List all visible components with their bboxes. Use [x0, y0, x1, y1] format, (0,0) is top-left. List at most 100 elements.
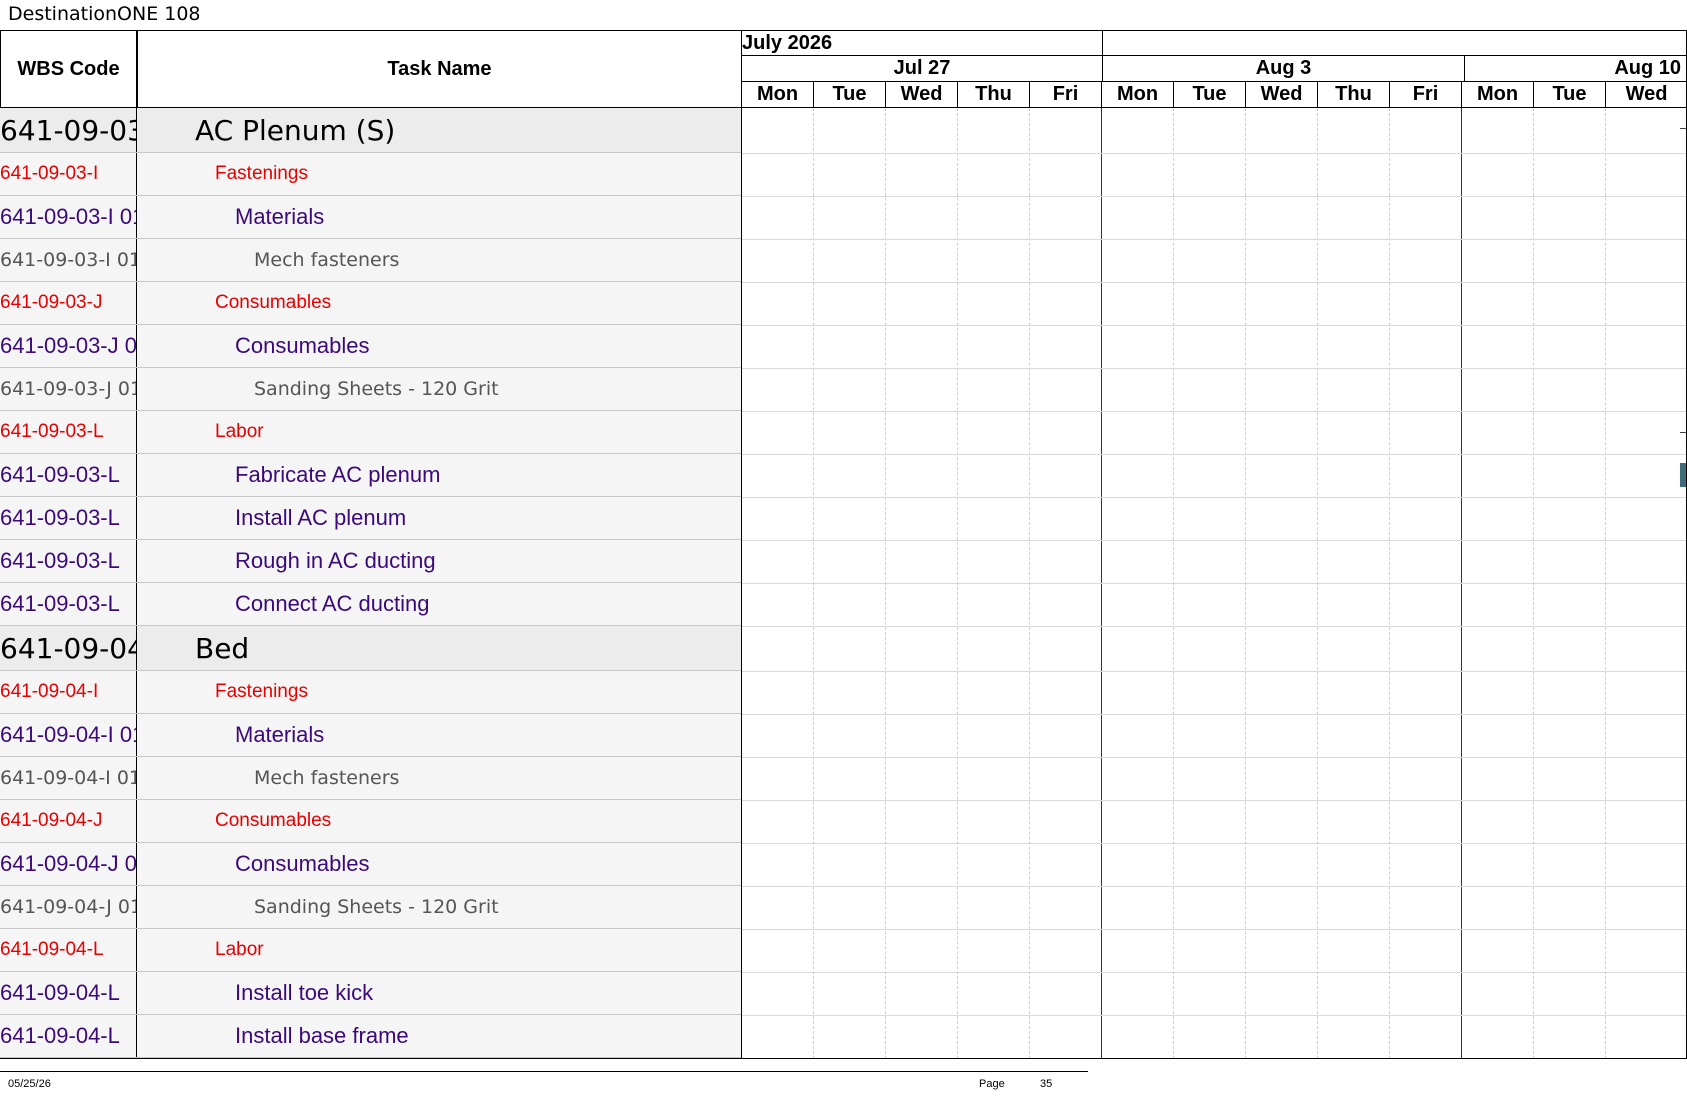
- table-row[interactable]: 641-09-03-I 01 Mech fasteners: [0, 239, 741, 282]
- wbs-code-cell: 641-09-03-J 01: [0, 325, 137, 367]
- table-row[interactable]: 641-09-04-L Install toe kick: [0, 972, 741, 1015]
- wbs-code-cell: 641-09-03-L: [0, 540, 137, 582]
- wbs-code-cell: 641-09-03-L: [0, 411, 137, 453]
- task-name-cell: Rough in AC ducting: [235, 548, 436, 573]
- task-name-cell: Consumables: [235, 333, 370, 358]
- table-row[interactable]: 641-09-03-L Connect AC ducting: [0, 583, 741, 626]
- week-header: Aug 3: [1102, 56, 1464, 82]
- wbs-code-cell: 641-09-04: [0, 626, 137, 670]
- wbs-code-cell: 641-09-03-I 01: [0, 239, 137, 281]
- table-row[interactable]: 641-09-04-I Fastenings: [0, 671, 741, 714]
- row-grid-line: [742, 800, 1687, 801]
- task-name-cell: AC Plenum (S): [195, 113, 396, 147]
- wbs-code-cell: 641-09-04-I: [0, 671, 137, 713]
- table-row[interactable]: 641-09-04 Bed: [0, 626, 741, 671]
- wbs-code-cell: 641-09-04-J 01: [0, 886, 137, 928]
- row-grid-line: [742, 454, 1687, 455]
- footer-page-label: Page: [979, 1078, 1005, 1090]
- row-grid-line: [742, 153, 1687, 154]
- task-column-header: Task Name: [137, 30, 741, 108]
- gantt-sheet: WBS Code Task Name July 2026 Jul 27 Aug …: [0, 30, 1687, 1059]
- task-name-cell: Labor: [215, 421, 264, 442]
- day-header: Thu: [957, 82, 1029, 108]
- table-row[interactable]: 641-09-04-L Labor: [0, 929, 741, 972]
- wbs-code-cell: 641-09-03-I: [0, 153, 137, 195]
- week-header: Jul 27: [741, 56, 1102, 82]
- row-grid-line: [742, 282, 1687, 283]
- table-row[interactable]: 641-09-04-J Consumables: [0, 800, 741, 843]
- wbs-code-cell: 641-09-03-I 01: [0, 196, 137, 238]
- task-name-cell: Consumables: [235, 851, 370, 876]
- table-row[interactable]: 641-09-03-L Rough in AC ducting: [0, 540, 741, 583]
- row-grid-line: [742, 929, 1687, 930]
- wbs-code-cell: 641-09-03-J 01: [0, 368, 137, 410]
- wbs-code-cell: 641-09-04-I 01: [0, 714, 137, 756]
- table-row[interactable]: 641-09-04-J 01 Sanding Sheets - 120 Grit: [0, 886, 741, 929]
- footer-page-number: 35: [1040, 1078, 1053, 1090]
- table-row[interactable]: 641-09-04-I 01 Mech fasteners: [0, 757, 741, 800]
- day-header: Thu: [1317, 82, 1389, 108]
- table-row[interactable]: 641-09-03-L Fabricate AC plenum: [0, 454, 741, 497]
- task-name-cell: Install AC plenum: [235, 505, 407, 530]
- table-row[interactable]: 641-09-03-L Install AC plenum: [0, 497, 741, 540]
- table-row[interactable]: 641-09-03-J Consumables: [0, 282, 741, 325]
- row-grid-line: [742, 196, 1687, 197]
- table-row[interactable]: 641-09-04-J 01 Consumables: [0, 843, 741, 886]
- table-row[interactable]: 641-09-03-I 01 Materials: [0, 196, 741, 239]
- table-row[interactable]: 641-09-03-J 01 Consumables: [0, 325, 741, 368]
- task-name-cell: Consumables: [215, 292, 332, 313]
- wbs-code-cell: 641-09-04-L: [0, 929, 137, 971]
- day-header: Tue: [813, 82, 885, 108]
- row-grid-line: [742, 368, 1687, 369]
- month-header-august: [1102, 30, 1687, 56]
- wbs-code-cell: 641-09-03: [0, 108, 137, 152]
- table-row[interactable]: 641-09-03-J 01 Sanding Sheets - 120 Grit: [0, 368, 741, 411]
- row-grid-line: [742, 714, 1687, 715]
- row-grid-line: [742, 626, 1687, 627]
- task-name-cell: Bed: [195, 631, 250, 665]
- row-grid-line: [742, 583, 1687, 584]
- task-name-cell: Install base frame: [235, 1023, 409, 1048]
- task-name-cell: Sanding Sheets - 120 Grit: [254, 378, 499, 400]
- row-grid-line: [742, 972, 1687, 973]
- wbs-code-cell: 641-09-04-J 01: [0, 843, 137, 885]
- row-grid-line: [742, 325, 1687, 326]
- day-header: Mon: [1101, 82, 1173, 108]
- day-header: Wed: [1605, 82, 1687, 108]
- day-header: Mon: [741, 82, 813, 108]
- table-row[interactable]: 641-09-03 AC Plenum (S): [0, 108, 741, 153]
- gantt-chart-area: [741, 108, 1687, 1059]
- task-name-cell: Sanding Sheets - 120 Grit: [254, 896, 499, 918]
- row-grid-line: [742, 843, 1687, 844]
- month-header-july: July 2026: [741, 30, 1102, 56]
- footer-date: 05/25/26: [8, 1078, 51, 1090]
- task-name-cell: Fabricate AC plenum: [235, 462, 441, 487]
- document-title: DestinationONE 108: [8, 3, 201, 25]
- wbs-code-cell: 641-09-03-L: [0, 583, 137, 625]
- day-header: Fri: [1029, 82, 1101, 108]
- wbs-code-cell: 641-09-04-I 01: [0, 757, 137, 799]
- day-header: Wed: [885, 82, 957, 108]
- wbs-code-cell: 641-09-03-J: [0, 282, 137, 324]
- row-grid-line: [742, 239, 1687, 240]
- row-grid-line: [742, 671, 1687, 672]
- sheet-bottom-border: [0, 1058, 1687, 1059]
- table-row[interactable]: 641-09-03-I Fastenings: [0, 153, 741, 196]
- task-name-cell: Labor: [215, 939, 264, 960]
- row-grid-line: [742, 886, 1687, 887]
- task-name-cell: Consumables: [215, 810, 332, 831]
- day-header: Tue: [1173, 82, 1245, 108]
- week-header: Aug 10: [1464, 56, 1687, 82]
- task-name-cell: Install toe kick: [235, 980, 374, 1005]
- table-row[interactable]: 641-09-03-L Labor: [0, 411, 741, 454]
- table-row[interactable]: 641-09-04-L Install base frame: [0, 1015, 741, 1058]
- task-name-cell: Materials: [235, 722, 325, 747]
- row-grid-line: [742, 757, 1687, 758]
- table-row[interactable]: 641-09-04-I 01 Materials: [0, 714, 741, 757]
- wbs-code-cell: 641-09-03-L: [0, 497, 137, 539]
- wbs-column-header: WBS Code: [0, 30, 137, 108]
- day-header: Mon: [1461, 82, 1533, 108]
- row-grid-line: [742, 1015, 1687, 1016]
- row-grid-line: [742, 497, 1687, 498]
- day-header: Wed: [1245, 82, 1317, 108]
